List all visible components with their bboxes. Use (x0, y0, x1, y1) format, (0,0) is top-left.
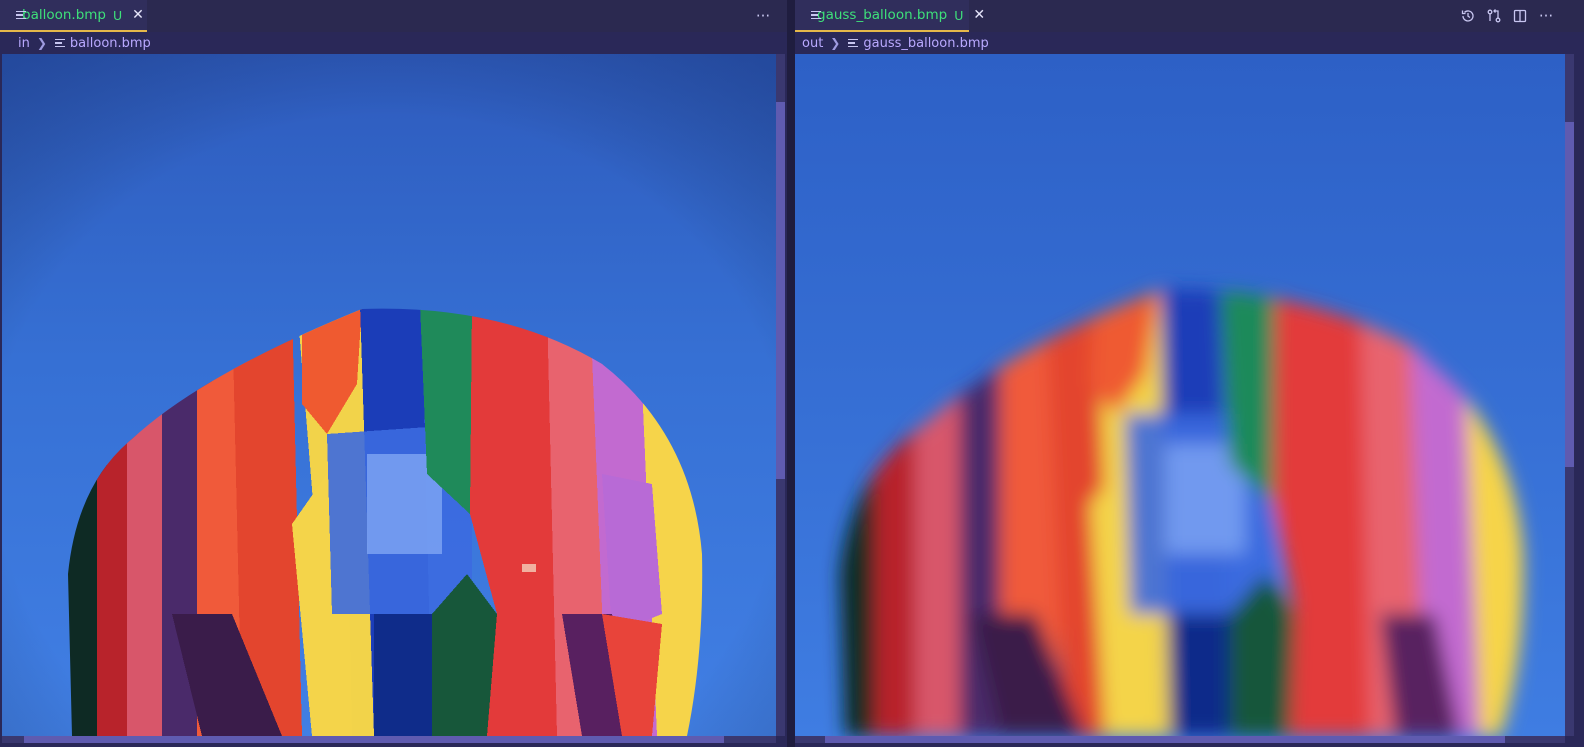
vertical-scrollbar[interactable] (776, 54, 785, 736)
breadcrumb-file[interactable]: balloon.bmp (70, 36, 151, 51)
close-icon[interactable]: ✕ (132, 7, 144, 23)
tab-label: gauss_balloon.bmp (817, 7, 948, 23)
history-icon[interactable] (1455, 3, 1481, 29)
chevron-right-icon: ❯ (830, 36, 841, 50)
right-tab-bar: gauss_balloon.bmp U ✕ ··· (795, 0, 1584, 32)
scrollbar-thumb[interactable] (24, 736, 724, 743)
tab-balloon-bmp[interactable]: balloon.bmp U ✕ (0, 0, 147, 32)
vertical-scrollbar[interactable] (1565, 54, 1574, 736)
image-viewer[interactable] (795, 54, 1565, 736)
file-lines-icon (848, 38, 859, 48)
scrollbar-thumb[interactable] (776, 102, 785, 479)
scrollbar-thumb[interactable] (1565, 122, 1574, 467)
tab-gauss-balloon-bmp[interactable]: gauss_balloon.bmp U ✕ (795, 0, 985, 32)
breadcrumb-folder[interactable]: out (802, 36, 823, 51)
image-viewer[interactable] (2, 54, 776, 736)
tab-label: balloon.bmp (22, 7, 106, 23)
breadcrumb: in ❯ balloon.bmp (0, 32, 787, 54)
left-editor-group: balloon.bmp U ✕ ··· in ❯ balloon.bmp (0, 0, 787, 747)
breadcrumb-file[interactable]: gauss_balloon.bmp (863, 36, 988, 51)
balloon-image (2, 54, 776, 736)
editor-group-divider[interactable] (787, 0, 795, 747)
right-editor-group: gauss_balloon.bmp U ✕ ··· out ❯ gauss_ba… (795, 0, 1584, 747)
more-actions-button[interactable]: ··· (750, 3, 776, 29)
close-icon[interactable]: ✕ (973, 7, 985, 23)
gauss-balloon-image (795, 54, 1565, 736)
file-lines-icon (54, 38, 65, 48)
breadcrumb-folder[interactable]: in (18, 36, 30, 51)
horizontal-scrollbar[interactable] (2, 736, 776, 743)
scrollbar-thumb[interactable] (825, 736, 1505, 743)
split-editor-icon[interactable] (1507, 3, 1533, 29)
untracked-status-badge: U (113, 7, 123, 23)
horizontal-scrollbar[interactable] (795, 736, 1565, 743)
left-tab-bar: balloon.bmp U ✕ ··· (0, 0, 787, 32)
breadcrumb: out ❯ gauss_balloon.bmp (795, 32, 1584, 54)
chevron-right-icon: ❯ (36, 36, 47, 50)
compare-changes-icon[interactable] (1481, 3, 1507, 29)
untracked-status-badge: U (954, 7, 964, 23)
more-actions-button[interactable]: ··· (1533, 3, 1559, 29)
